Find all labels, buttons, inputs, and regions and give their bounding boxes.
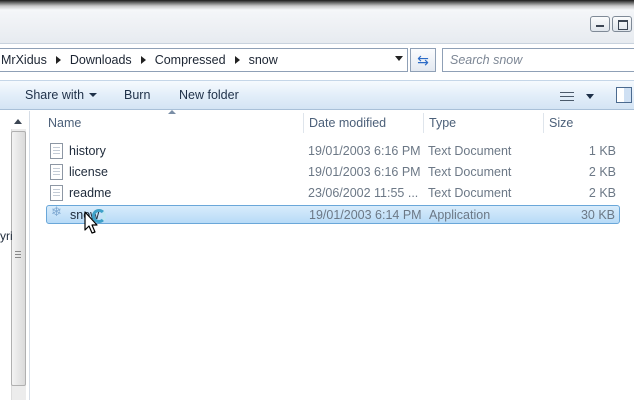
column-header-date[interactable]: Date modified [309, 111, 421, 135]
command-toolbar: Share with Burn New folder [0, 80, 634, 110]
chevron-down-icon [89, 93, 98, 97]
column-header-name-label: Name [48, 116, 82, 130]
file-name: readme [69, 186, 112, 200]
preview-pane-button[interactable] [616, 87, 632, 103]
scroll-grip-icon [15, 251, 21, 258]
address-dropdown-icon[interactable] [395, 56, 403, 61]
breadcrumb-chevron-icon[interactable] [140, 56, 146, 64]
breadcrumb-item[interactable]: Downloads [70, 53, 132, 67]
breadcrumb-item[interactable]: snow [249, 53, 278, 67]
file-size: 1 KB [588, 144, 616, 158]
column-header-type[interactable]: Type [429, 111, 541, 135]
file-date: 19/01/2003 6:14 PM [309, 208, 422, 222]
file-type: Text Document [428, 186, 512, 200]
file-name: history [69, 144, 106, 158]
file-row[interactable]: history 19/01/2003 6:16 PM Text Document… [46, 142, 620, 161]
column-divider[interactable] [303, 113, 304, 133]
column-header-name[interactable]: Name [48, 111, 302, 135]
file-size: 2 KB [588, 165, 616, 179]
navigation-pane: yri [0, 111, 30, 400]
minimize-button[interactable] [590, 16, 610, 32]
file-type: Text Document [428, 144, 512, 158]
burn-button[interactable]: Burn [124, 88, 150, 102]
file-row[interactable]: readme 23/06/2002 11:55 ... Text Documen… [46, 184, 620, 203]
search-input[interactable] [450, 53, 630, 67]
share-with-label: Share with [25, 88, 85, 102]
nav-item-partial-label[interactable]: yri [0, 229, 13, 243]
file-size: 2 KB [588, 186, 616, 200]
file-date: 19/01/2003 6:16 PM [308, 165, 421, 179]
text-document-icon [50, 185, 63, 201]
text-document-icon [50, 143, 63, 159]
file-type: Application [429, 208, 491, 222]
address-bar[interactable]: MrXidus Downloads Compressed snow [0, 48, 408, 72]
mouse-pointer-icon [84, 211, 98, 234]
snowflake-app-icon [50, 205, 65, 222]
column-header-size[interactable]: Size [549, 111, 629, 135]
scroll-up-arrow-icon[interactable] [14, 119, 22, 124]
new-folder-label: New folder [179, 88, 239, 102]
column-header-size-label: Size [549, 116, 574, 130]
file-row-selected[interactable]: snow 19/01/2003 6:14 PM Application 30 K… [46, 205, 620, 224]
change-view-button[interactable] [560, 87, 600, 105]
file-date: 19/01/2003 6:16 PM [308, 144, 421, 158]
chevron-down-icon[interactable] [586, 93, 594, 99]
refresh-icon: ⇆ [417, 51, 429, 68]
address-row: MrXidus Downloads Compressed snow ⇆ [0, 46, 634, 74]
breadcrumb-item[interactable]: Compressed [155, 53, 226, 67]
file-date: 23/06/2002 11:55 ... [308, 186, 419, 200]
window-titlebar [0, 0, 634, 44]
maximize-button[interactable] [612, 16, 632, 32]
share-with-button[interactable]: Share with [25, 88, 98, 102]
column-divider[interactable] [423, 113, 424, 133]
window-buttons [590, 16, 632, 32]
search-box[interactable] [442, 48, 634, 72]
new-folder-button[interactable]: New folder [179, 88, 239, 102]
breadcrumb-item[interactable]: MrXidus [1, 53, 47, 67]
column-header-date-label: Date modified [309, 116, 387, 130]
file-type: Text Document [428, 165, 512, 179]
file-row[interactable]: license 19/01/2003 6:16 PM Text Document… [46, 163, 620, 182]
text-document-icon [50, 164, 63, 180]
nav-scrollbar-thumb[interactable] [11, 131, 26, 386]
refresh-button[interactable]: ⇆ [410, 48, 436, 72]
column-header-type-label: Type [429, 116, 457, 130]
details-view-icon [560, 91, 574, 102]
burn-label: Burn [124, 88, 151, 102]
breadcrumb-chevron-icon[interactable] [234, 56, 240, 64]
file-size: 30 KB [580, 208, 615, 222]
file-name: license [69, 165, 108, 179]
column-divider[interactable] [543, 113, 544, 133]
breadcrumb-chevron-icon[interactable] [55, 56, 61, 64]
